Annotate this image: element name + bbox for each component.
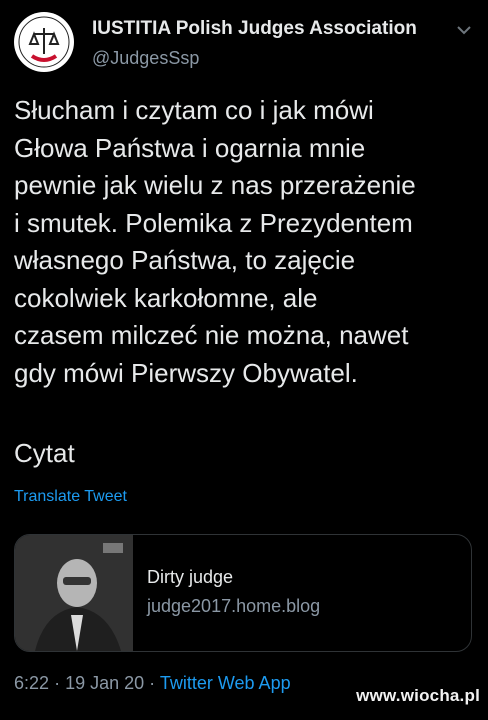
user-handle[interactable]: @JudgesSsp — [92, 48, 417, 69]
tweet-header: IUSTITIA Polish Judges Association @Judg… — [14, 12, 474, 76]
card-thumbnail — [15, 535, 133, 651]
link-card[interactable]: Dirty judge judge2017.home.blog — [14, 534, 472, 652]
quote-label: Cytat — [14, 438, 75, 468]
card-domain: judge2017.home.blog — [147, 596, 321, 616]
tweet-source[interactable]: Twitter Web App — [160, 673, 291, 693]
tweet-text: Słucham i czytam co i jak mówi Głowa Pań… — [14, 95, 416, 388]
separator: · — [149, 673, 156, 693]
chevron-down-icon[interactable] — [454, 20, 474, 40]
translate-tweet-link[interactable]: Translate Tweet — [14, 488, 127, 506]
tweet-time[interactable]: 6:22 — [14, 673, 49, 693]
tweet-metadata: 6:22 · 19 Jan 20 · Twitter Web App — [14, 673, 291, 694]
watermark: www.wiocha.pl — [356, 686, 480, 705]
avatar[interactable] — [14, 12, 74, 72]
card-title: Dirty judge — [147, 567, 234, 587]
separator: · — [54, 673, 61, 693]
iustitia-logo — [15, 13, 73, 71]
tweet-date[interactable]: 19 Jan 20 — [65, 673, 144, 693]
display-name[interactable]: IUSTITIA Polish Judges Association — [92, 18, 417, 40]
